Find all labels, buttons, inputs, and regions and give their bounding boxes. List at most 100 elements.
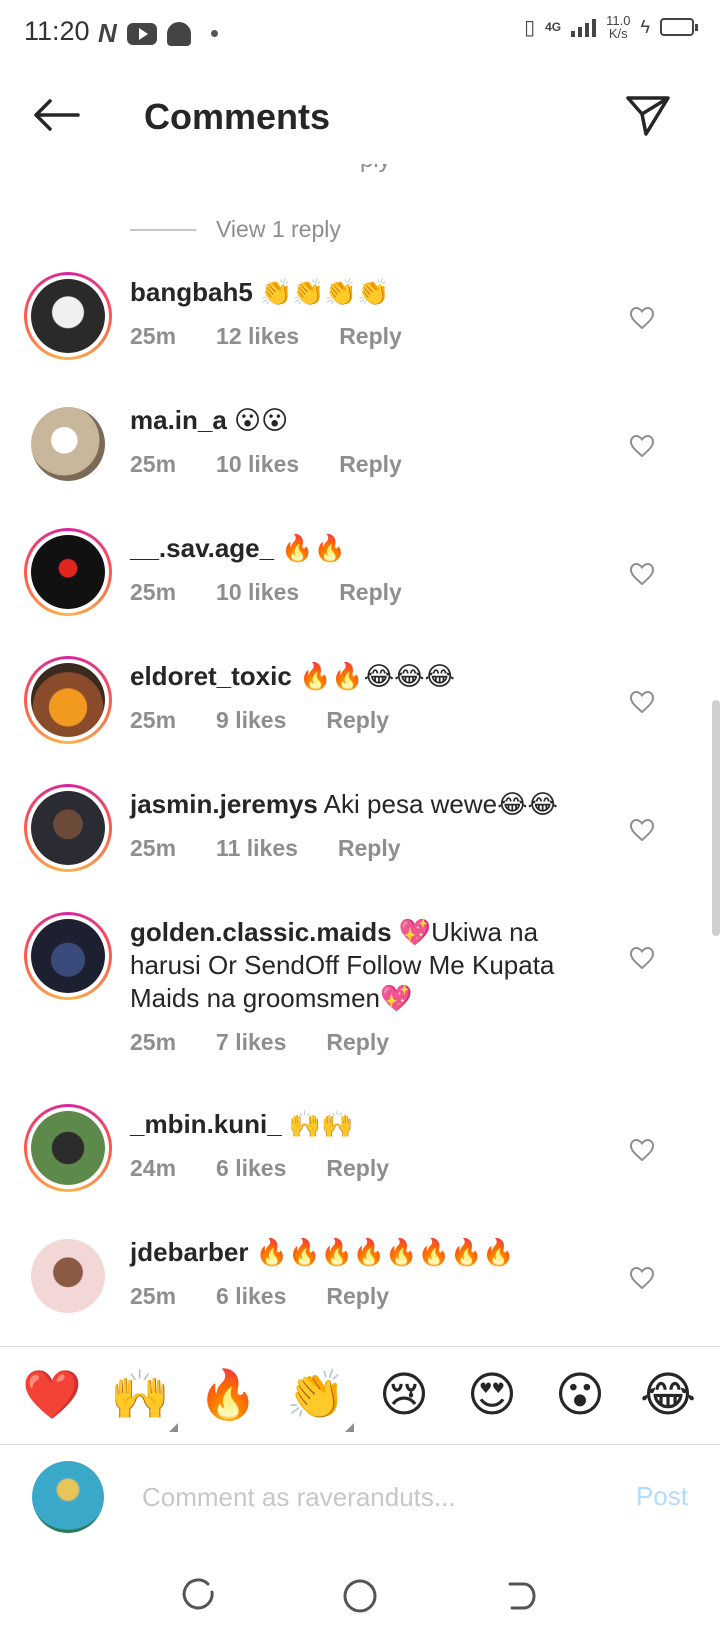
comment-message: Aki pesa wewe😂😂 — [317, 789, 558, 819]
reply-button[interactable]: Reply — [326, 1155, 389, 1182]
comment-likes[interactable]: 10 likes — [216, 579, 299, 606]
comment-time: 25m — [130, 835, 177, 861]
like-button[interactable] — [624, 812, 660, 848]
reply-button[interactable]: Reply — [339, 323, 402, 350]
comment-meta: 25m 12 likes Reply — [130, 323, 600, 350]
post-button[interactable]: Post — [636, 1481, 688, 1512]
comment-username[interactable]: _mbin.kuni_ — [130, 1109, 282, 1139]
comment-message: 🔥🔥🔥🔥🔥🔥🔥🔥 — [248, 1237, 515, 1267]
heart-outline-icon — [629, 1266, 655, 1290]
emoji-heart-eyes-button[interactable]: 😍 — [460, 1364, 524, 1428]
avatar[interactable] — [24, 272, 112, 360]
comment-message: 🔥🔥 — [274, 533, 347, 563]
heart-outline-icon — [629, 306, 655, 330]
network-type: 4G — [545, 20, 562, 34]
charging-icon: ϟ — [640, 16, 650, 37]
comment-username[interactable]: eldoret_toxic — [130, 661, 292, 691]
status-system-icons: ▯ 4G 11.0 K/s ϟ — [524, 14, 698, 40]
back-nav-icon — [508, 1582, 536, 1610]
system-navigation-bar — [0, 1552, 720, 1640]
home-circle-icon — [343, 1579, 377, 1613]
avatar[interactable] — [24, 656, 112, 744]
comment-likes[interactable]: 11 likes — [216, 835, 298, 862]
comment-text: _mbin.kuni_ 🙌🙌 — [130, 1108, 600, 1141]
comment-likes[interactable]: 6 likes — [216, 1283, 286, 1310]
reply-button[interactable]: Reply — [326, 1283, 389, 1310]
reply-button[interactable]: Reply — [339, 579, 402, 606]
avatar[interactable] — [24, 784, 112, 872]
comment-username[interactable]: bangbah5 — [130, 277, 253, 307]
back-button[interactable] — [28, 90, 84, 140]
back-nav-button[interactable] — [496, 1572, 544, 1620]
comment-text: ma.in_a 😮😮 — [130, 404, 600, 437]
comment-likes[interactable]: 7 likes — [216, 1029, 286, 1056]
network-speed: 11.0 K/s — [606, 14, 630, 40]
emoji-surprised-face-button[interactable]: 😮 — [548, 1364, 612, 1428]
comment-text: jdebarber 🔥🔥🔥🔥🔥🔥🔥🔥 — [130, 1236, 600, 1269]
comment-username[interactable]: golden.classic.maids — [130, 917, 392, 947]
like-button[interactable] — [624, 940, 660, 976]
reply-button[interactable]: Reply — [338, 835, 401, 862]
heart-outline-icon — [629, 1138, 655, 1162]
direct-message-button[interactable] — [622, 92, 674, 140]
emoji-heart-button[interactable]: ❤️ — [20, 1364, 84, 1428]
comment-input[interactable] — [142, 1467, 602, 1527]
heart-outline-icon — [629, 690, 655, 714]
emoji-crying-face-button[interactable]: 😢 — [372, 1364, 436, 1428]
view-replies-button[interactable]: View 1 reply — [130, 216, 341, 243]
emoji-raising-hands-button[interactable]: 🙌 — [108, 1364, 178, 1432]
snapchat-icon — [166, 21, 191, 46]
youtube-icon — [126, 22, 157, 45]
reply-button[interactable]: Reply — [339, 451, 402, 478]
comment-message: 🙌🙌 — [281, 1109, 354, 1139]
comment-time: 25m — [130, 579, 177, 605]
comment-text: bangbah5 👏👏👏👏 — [130, 276, 600, 309]
like-button[interactable] — [624, 556, 660, 592]
reply-button[interactable]: Reply — [326, 707, 389, 734]
comment-likes[interactable]: 10 likes — [216, 451, 299, 478]
netflix-icon: N — [98, 18, 117, 48]
avatar[interactable] — [24, 1232, 112, 1320]
like-button[interactable] — [624, 428, 660, 464]
comment-message: 👏👏👏👏 — [252, 277, 390, 307]
like-button[interactable] — [624, 300, 660, 336]
paper-plane-icon — [626, 96, 670, 136]
recent-apps-button[interactable] — [176, 1572, 224, 1620]
like-button[interactable] — [624, 684, 660, 720]
comment-text: __.sav.age_ 🔥🔥 — [130, 532, 600, 565]
emoji-fire-button[interactable]: 🔥 — [196, 1364, 260, 1428]
more-notifications-dot-icon — [210, 30, 218, 37]
comment-time: 25m — [130, 707, 177, 733]
comment-username[interactable]: __.sav.age_ — [130, 533, 274, 563]
comment-message: 🔥🔥😂😂😂 — [291, 661, 455, 691]
avatar[interactable] — [24, 1104, 112, 1192]
header: Comments — [0, 64, 720, 164]
emoji-laughing-tears-button[interactable]: 😂 — [636, 1364, 700, 1428]
like-button[interactable] — [624, 1260, 660, 1296]
battery-icon — [660, 18, 698, 36]
avatar[interactable] — [24, 528, 112, 616]
comment-username[interactable]: ma.in_a — [130, 405, 227, 435]
arrow-left-icon — [34, 99, 80, 131]
comment-username[interactable]: jasmin.jeremys — [130, 789, 318, 819]
home-button[interactable] — [336, 1572, 384, 1620]
comment-meta: 25m 11 likes Reply — [130, 835, 600, 862]
comment-username[interactable]: jdebarber — [130, 1237, 249, 1267]
emoji-clapping-hands-button[interactable]: 👏 — [284, 1364, 354, 1432]
like-button[interactable] — [624, 1132, 660, 1168]
reply-button[interactable]: Reply — [326, 1029, 389, 1056]
signal-icon — [571, 17, 597, 37]
vibrate-icon: ▯ — [524, 16, 536, 39]
comment-likes[interactable]: 6 likes — [216, 1155, 286, 1182]
comment-likes[interactable]: 9 likes — [216, 707, 286, 734]
comment-meta: 25m 10 likes Reply — [130, 579, 600, 606]
comment-time: 25m — [130, 1283, 177, 1309]
comments-list[interactable]: ply View 1 reply bangbah5 👏👏👏👏 25m 12 lik… — [0, 164, 720, 1346]
avatar[interactable] — [24, 400, 112, 488]
current-user-avatar — [32, 1461, 104, 1533]
network-speed-unit: K/s — [608, 26, 628, 41]
avatar[interactable] — [24, 912, 112, 1000]
status-bar: 11:20 N ▯ 4G 11.0 K/s ϟ — [0, 0, 720, 64]
comment-likes[interactable]: 12 likes — [216, 323, 299, 350]
scrollbar[interactable] — [712, 700, 720, 936]
